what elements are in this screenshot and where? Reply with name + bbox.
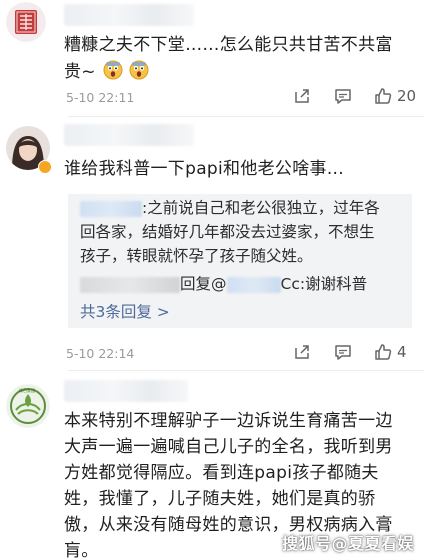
comment-text-line: 本来特别不理解驴子一边诉说生育痛苦一边 [64, 411, 393, 431]
reply-text-line: 孩子，转眼就怀孕了孩子随父姓。 [80, 247, 313, 265]
comment-text-line: 姓，我懂了，儿子随夫姓，她们是真的骄 [64, 489, 376, 509]
scared-face-emoji-icon [103, 60, 123, 80]
reply-text-segment: :之前说自己和老公很独立，过年各 [142, 199, 380, 217]
username-blurred[interactable] [64, 380, 188, 402]
comment-text-line: 糟糠之夫不下堂……怎么能只共甘苦不共富 [64, 35, 393, 55]
reply-text: :之前说自己和老公很独立，过年各 回各家，结婚好几年都没去过婆家，不想生 孩子，… [80, 196, 402, 296]
comment-2: 谁给我科普一下papi和他老公啥事... :之前说自己和老公很独立，过年各 回各… [0, 118, 424, 370]
thumbs-up-icon [375, 344, 392, 360]
scared-face-emoji-icon [129, 60, 149, 80]
more-replies-link[interactable]: 共3条回复 > [80, 300, 170, 322]
comment-text-line: 大声一遍一遍喊自己儿子的全名，我听到男 [64, 437, 393, 457]
comment-text-line: 贵~ [64, 62, 96, 82]
username-blurred[interactable] [64, 4, 194, 26]
reply-username-blurred[interactable] [80, 200, 142, 217]
comment-text-line: 方姓都觉得隔应。看到连papi孩子都随夫 [64, 463, 379, 483]
comment-time: 5-10 22:14 [66, 346, 135, 361]
comment-text: 谁给我科普一下papi和他老公啥事... [64, 159, 344, 179]
username-blurred[interactable] [64, 124, 194, 146]
avatar-badge: 绿色家园 [19, 388, 35, 393]
like-button[interactable]: 4 [373, 342, 407, 362]
share-icon[interactable] [292, 342, 312, 362]
comment-text: 糟糠之夫不下堂……怎么能只共甘苦不共富 贵~ [64, 32, 414, 86]
comment-divider [68, 370, 424, 371]
verified-badge-icon [38, 160, 52, 174]
reply-text-line: 回各家，结婚好几年都没去过婆家，不想生 [80, 223, 375, 241]
like-button[interactable]: 20 [373, 86, 416, 106]
comment-actions: 4 [292, 342, 407, 362]
share-icon[interactable] [292, 86, 312, 106]
like-count: 20 [397, 87, 417, 105]
like-count: 4 [397, 343, 407, 361]
reply-thread[interactable]: :之前说自己和老公很独立，过年各 回各家，结婚好几年都没去过婆家，不想生 孩子，… [68, 194, 412, 328]
reply-icon[interactable] [333, 86, 353, 106]
comment-time: 5-10 22:11 [66, 90, 135, 105]
mention-blurred[interactable] [226, 276, 281, 293]
reply-text-segment: 回复@ [180, 275, 227, 293]
comment-actions: 20 [292, 86, 416, 106]
thumbs-up-icon [375, 88, 392, 104]
avatar-seal[interactable] [6, 2, 46, 42]
watermark: 搜狐号@夏夏看娱 [281, 534, 414, 553]
reply-text-segment: Cc:谢谢科普 [280, 275, 368, 293]
reply-icon[interactable] [333, 342, 353, 362]
reply-username-blurred[interactable] [80, 276, 180, 293]
comment-1: 糟糠之夫不下堂……怎么能只共甘苦不共富 贵~ 5-10 22:11 20 [0, 0, 424, 120]
comment-divider [68, 116, 424, 117]
avatar-green-emblem[interactable]: 绿色家园 [6, 384, 50, 428]
